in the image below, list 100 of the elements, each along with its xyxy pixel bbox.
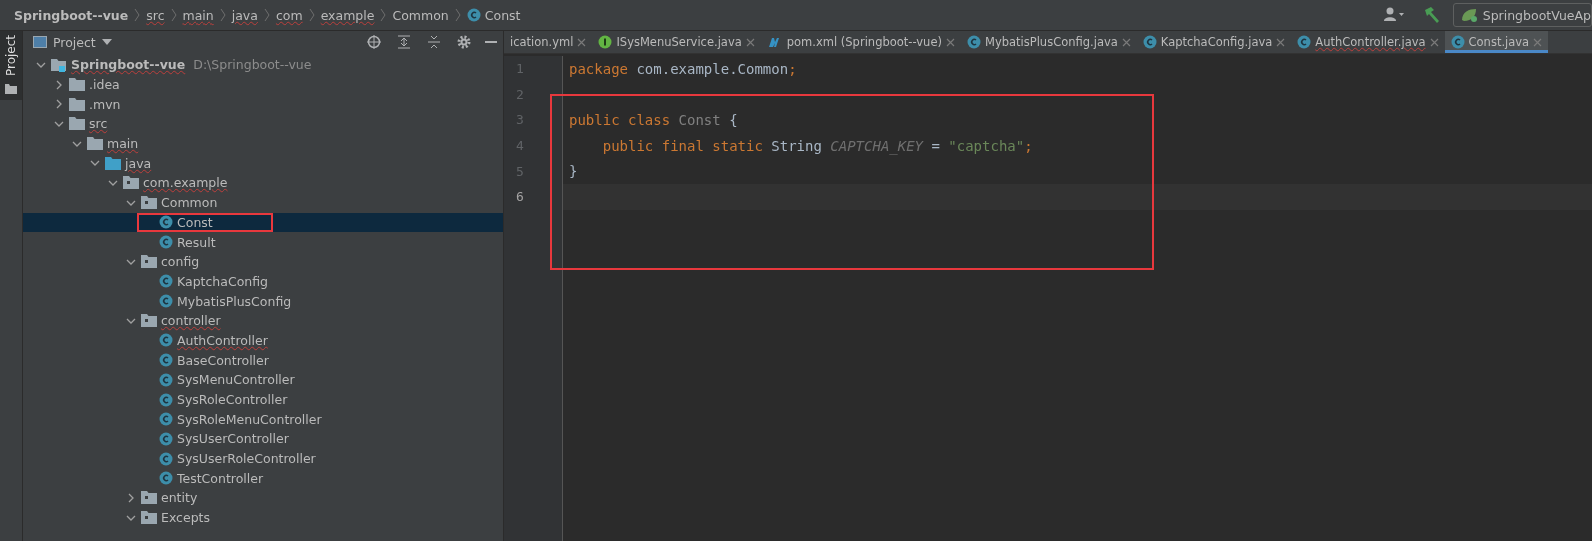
tree-item[interactable]: Const <box>23 212 503 233</box>
tab-label: ISysMenuService.java <box>616 35 742 49</box>
folder-icon <box>69 78 85 92</box>
breadcrumb-item[interactable]: example <box>320 7 375 23</box>
editor-tab[interactable]: Const.java <box>1444 31 1549 53</box>
tree-item-label: main <box>107 136 139 152</box>
class-icon <box>159 235 173 250</box>
tree-item[interactable]: entity <box>23 488 503 508</box>
tree-item-label: Result <box>177 234 216 250</box>
breadcrumb-item[interactable]: main <box>182 7 214 23</box>
package-icon <box>141 511 157 525</box>
tree-item-label: SysUserRoleController <box>177 451 316 467</box>
tree-item-label: TestController <box>177 470 264 486</box>
close-icon[interactable] <box>745 37 755 47</box>
caret-icon[interactable] <box>101 39 112 45</box>
tree-item[interactable]: KaptchaConfig <box>23 271 503 292</box>
package-icon <box>141 491 157 505</box>
breadcrumb-item[interactable]: Common <box>392 7 449 23</box>
expand-all-icon[interactable] <box>397 35 411 49</box>
chevron-right-icon <box>219 8 226 22</box>
tree-item-label: com.example <box>143 175 228 191</box>
tree-item[interactable]: SysUserRoleController <box>23 448 503 469</box>
tree-item[interactable]: config <box>23 251 503 272</box>
tree-item[interactable]: BaseController <box>23 350 503 370</box>
settings-icon[interactable] <box>457 35 471 49</box>
close-icon[interactable] <box>577 37 587 47</box>
close-icon[interactable] <box>945 37 955 47</box>
tree-item-label: AuthController <box>177 332 268 348</box>
class-icon <box>159 471 173 486</box>
class-icon <box>159 353 173 368</box>
editor-tab[interactable]: MybatisPlusConfig.java <box>960 31 1137 53</box>
close-icon[interactable] <box>1429 37 1439 47</box>
tab-label: ication.yml <box>510 35 574 49</box>
code-line: public final static String CAPTCHA_KEY = "captcha"; <box>601 136 1034 157</box>
tree-item[interactable]: java <box>23 153 503 174</box>
breadcrumb-item[interactable]: com <box>275 7 303 23</box>
crosshair-icon[interactable] <box>367 35 381 49</box>
breadcrumb-item[interactable]: Const <box>466 7 521 23</box>
class-icon <box>159 431 173 446</box>
tree-item-label: config <box>161 254 200 270</box>
folder-icon <box>105 156 121 170</box>
code-line: public class Const { <box>568 111 739 130</box>
tree-item[interactable]: .mvn <box>23 94 503 115</box>
tree-item[interactable]: TestController <box>23 468 503 489</box>
chevron-right-icon <box>263 8 270 22</box>
tree-item[interactable]: SysRoleMenuController <box>23 409 503 430</box>
line-number: 6 <box>515 188 525 207</box>
class-icon <box>159 333 173 348</box>
tree-item-label: .mvn <box>89 96 121 112</box>
class-icon <box>159 451 173 466</box>
tree-item-label: BaseController <box>177 352 269 368</box>
class-icon <box>159 372 173 387</box>
tree-item[interactable]: main <box>23 133 503 154</box>
chevron-right-icon <box>380 8 387 22</box>
breadcrumb-item[interactable]: java <box>231 7 258 23</box>
interface-icon <box>598 35 613 49</box>
breadcrumb-item[interactable]: Springboot--vue <box>14 7 129 23</box>
tree-item[interactable]: Common <box>23 192 503 213</box>
editor-tab[interactable]: AuthController.java <box>1291 31 1445 53</box>
tree-item-label: src <box>89 116 108 132</box>
tree-item[interactable]: .idea <box>23 74 503 95</box>
tree-item[interactable]: src <box>23 114 503 134</box>
run-configuration-selector[interactable]: SpringbootVueAp <box>1452 3 1592 27</box>
tree-item[interactable]: Result <box>23 232 503 252</box>
tree-item-label: controller <box>161 313 221 329</box>
folder-icon <box>69 117 85 131</box>
tree-item[interactable]: Excepts <box>23 507 503 528</box>
close-icon[interactable] <box>1276 37 1286 47</box>
user-icon[interactable] <box>1382 6 1405 24</box>
package-icon <box>141 196 157 210</box>
editor-tab[interactable]: ISysMenuService.java <box>592 31 761 53</box>
editor-tab[interactable]: KaptchaConfig.java <box>1136 31 1292 53</box>
panel-title[interactable]: Project <box>53 34 96 50</box>
collapse-all-icon[interactable] <box>427 35 441 49</box>
tree-item[interactable]: com.example <box>23 173 503 193</box>
chevron-right-icon <box>134 8 141 22</box>
tree-item-label: SysRoleController <box>177 392 288 408</box>
minimize-icon[interactable] <box>485 40 497 44</box>
tree-item-label: Const <box>177 214 213 230</box>
editor-tab[interactable]: ication.yml <box>504 31 593 53</box>
tree-item[interactable]: SysUserController <box>23 429 503 449</box>
class-icon <box>1142 35 1157 49</box>
tree-item[interactable]: AuthController <box>23 330 503 351</box>
tree-item[interactable]: MybatisPlusConfig <box>23 291 503 311</box>
tree-item-label: MybatisPlusConfig <box>177 293 292 309</box>
breadcrumb-item[interactable]: src <box>146 7 165 23</box>
editor-tab[interactable]: pom.xml (Springboot--vue) <box>760 31 961 53</box>
tree-item[interactable]: Springboot--vue D:\Springboot--vue <box>23 55 503 75</box>
package-icon <box>141 255 157 269</box>
package-icon <box>123 176 139 190</box>
class-icon <box>159 294 173 309</box>
tree-item[interactable]: controller <box>23 310 503 331</box>
tree-item[interactable]: SysMenuController <box>23 370 503 390</box>
tree-item-label: java <box>125 155 152 171</box>
class-icon <box>159 412 173 427</box>
tab-label: Const.java <box>1468 35 1530 49</box>
tree-item[interactable]: SysRoleController <box>23 389 503 410</box>
close-icon[interactable] <box>1121 37 1131 47</box>
window-icon <box>33 36 47 48</box>
tree-item-label: Excepts <box>161 510 210 526</box>
